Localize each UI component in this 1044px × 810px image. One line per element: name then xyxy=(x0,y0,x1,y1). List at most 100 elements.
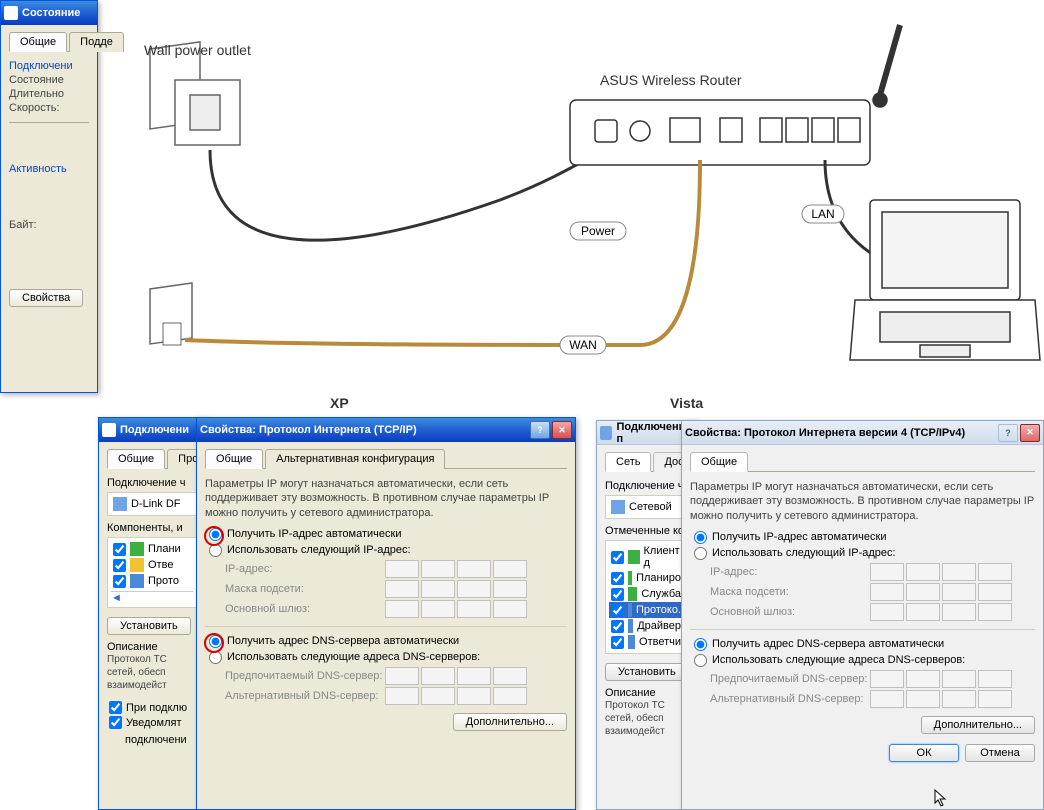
bytes-label: Байт: xyxy=(9,219,89,231)
radio-label: Получить адрес DNS-сервера автоматически xyxy=(227,635,459,647)
titlebar[interactable]: Свойства: Протокол Интернета версии 4 (T… xyxy=(682,421,1043,445)
mask-label: Маска подсети: xyxy=(225,583,385,595)
adapter-name: Сетевой xyxy=(629,501,672,513)
dns1-input xyxy=(870,670,1012,688)
cb-notify[interactable] xyxy=(109,716,122,729)
advanced-button[interactable]: Дополнительно... xyxy=(921,716,1035,734)
xp-connection-window: Подключени Общие Провер Подключение ч D-… xyxy=(98,417,206,810)
dns1-label: Предпочитаемый DNS-сервер: xyxy=(710,673,870,685)
cb[interactable] xyxy=(611,604,624,617)
ip-label: IP-адрес: xyxy=(225,563,385,575)
radio-auto-ip[interactable] xyxy=(209,528,222,541)
cb[interactable] xyxy=(611,620,624,633)
cb-comp3[interactable] xyxy=(113,575,126,588)
window-title: Свойства: Протокол Интернета (TCP/IP) xyxy=(200,424,417,436)
comp-label: Отве xyxy=(148,559,173,571)
comp-label: Планиро xyxy=(636,572,681,584)
tab-alt[interactable]: Альтернативная конфигурация xyxy=(265,449,445,469)
dns2-input xyxy=(385,687,527,705)
tab-general[interactable]: Общие xyxy=(107,449,165,469)
desc-heading: Описание xyxy=(107,641,197,653)
help-button[interactable]: ? xyxy=(530,421,550,439)
close-button[interactable]: ✕ xyxy=(552,421,572,439)
radio-auto-dns[interactable] xyxy=(694,638,707,651)
ok-button[interactable]: ОК xyxy=(889,744,959,762)
cb-comp1[interactable] xyxy=(113,543,126,556)
dns2-label: Альтернативный DNS-сервер: xyxy=(225,690,385,702)
mask-input xyxy=(385,580,527,598)
window-title: Подключени xyxy=(120,424,189,436)
cb[interactable] xyxy=(611,551,624,564)
tab-general[interactable]: Общие xyxy=(205,449,263,469)
adapter-label: Подключение ч xyxy=(107,477,197,489)
adapter-label: Подключение ч xyxy=(605,480,687,492)
tab-general[interactable]: Общие xyxy=(9,32,67,52)
xp-status-window: Состояние Общие Подде Подключени Состоян… xyxy=(0,0,98,393)
cb[interactable] xyxy=(611,636,624,649)
radio-label: Получить IP-адрес автоматически xyxy=(712,531,886,543)
gateway-label: Основной шлюз: xyxy=(225,603,385,615)
tabs: Общие Альтернативная конфигурация xyxy=(205,448,567,469)
titlebar[interactable]: Подключени xyxy=(99,418,205,442)
tab-support[interactable]: Подде xyxy=(69,32,124,52)
radio-auto-dns[interactable] xyxy=(209,635,222,648)
wall-outlet-label: Wall power outlet xyxy=(144,42,251,58)
mask-label: Маска подсети: xyxy=(710,586,870,598)
radio-label: Использовать следующие адреса DNS-сервер… xyxy=(227,651,480,663)
components-list[interactable]: Плани Отве Прото ◄ xyxy=(107,537,197,608)
window-title: Состояние xyxy=(22,7,80,19)
desc-heading: Описание xyxy=(605,687,687,699)
adapter-box: Сетевой xyxy=(605,495,687,519)
window-icon xyxy=(600,426,612,440)
radio-manual-dns[interactable] xyxy=(694,654,707,667)
radio-manual-ip[interactable] xyxy=(694,547,707,560)
info-text: Параметры IP могут назначаться автоматич… xyxy=(205,477,567,520)
cb-onconnect[interactable] xyxy=(109,701,122,714)
vista-label: Vista xyxy=(670,395,703,411)
component-icon xyxy=(130,542,144,556)
mask-input xyxy=(870,583,1012,601)
desc-text: Протокол TC сетей, обесп взаимодейст xyxy=(107,653,197,692)
dns1-input xyxy=(385,667,527,685)
comp-label: Протоко. xyxy=(636,604,681,616)
adapter-name: D-Link DF xyxy=(131,498,181,510)
titlebar[interactable]: Свойства: Протокол Интернета (TCP/IP) ? … xyxy=(197,418,575,442)
comp-label: Прото xyxy=(148,575,179,587)
install-button[interactable]: Установить xyxy=(107,617,191,635)
comp-label: Ответчи xyxy=(639,636,681,648)
comp-label: Драйвер xyxy=(637,620,681,632)
cancel-button[interactable]: Отмена xyxy=(965,744,1035,762)
comp-label: Служба xyxy=(641,588,681,600)
gateway-label: Основной шлюз: xyxy=(710,606,870,618)
radio-auto-ip[interactable] xyxy=(694,531,707,544)
tabs: Общие Провер xyxy=(107,448,197,469)
cb-label: При подклю xyxy=(126,702,187,714)
close-button[interactable]: ✕ xyxy=(1020,424,1040,442)
components-list[interactable]: Клиент д Планиро Служба Протоко. Драйвер… xyxy=(605,540,687,654)
component-icon xyxy=(130,558,144,572)
vista-tcpip-window: Свойства: Протокол Интернета версии 4 (T… xyxy=(681,420,1044,810)
tab-net[interactable]: Сеть xyxy=(605,452,651,472)
components-label: Компоненты, и xyxy=(107,522,197,534)
install-button[interactable]: Установить xyxy=(605,663,689,681)
radio-label: Получить IP-адрес автоматически xyxy=(227,528,401,540)
desc-text: Протокол TC сетей, обесп взаимодейст xyxy=(605,699,687,738)
properties-button[interactable]: Свойства xyxy=(9,289,83,307)
info-text: Параметры IP могут назначаться автоматич… xyxy=(690,480,1035,523)
tabs: Общие xyxy=(690,451,1035,472)
tab-general[interactable]: Общие xyxy=(690,452,748,472)
advanced-button[interactable]: Дополнительно... xyxy=(453,713,567,731)
cb-label: Уведомлят xyxy=(126,717,181,729)
help-button[interactable]: ? xyxy=(998,424,1018,442)
cb[interactable] xyxy=(611,588,624,601)
wan-label: WAN xyxy=(569,338,597,352)
component-icon xyxy=(628,619,633,633)
titlebar[interactable]: Состояние xyxy=(1,1,97,25)
adapter-icon xyxy=(113,497,127,511)
window-icon xyxy=(102,423,116,437)
xp-label: XP xyxy=(330,395,349,411)
cb-comp2[interactable] xyxy=(113,559,126,572)
xp-tcpip-window: Свойства: Протокол Интернета (TCP/IP) ? … xyxy=(196,417,576,810)
components-label: Отмеченные ко xyxy=(605,525,687,537)
cb[interactable] xyxy=(611,572,624,585)
